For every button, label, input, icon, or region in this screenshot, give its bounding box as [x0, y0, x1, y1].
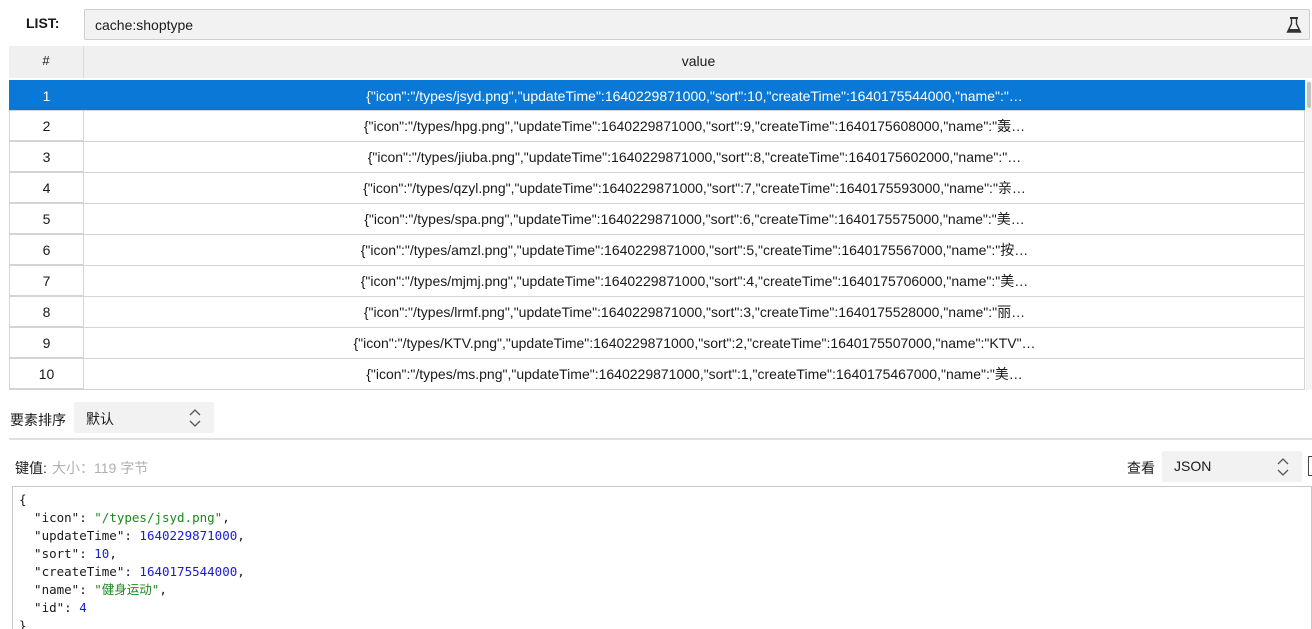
table-scrollbar[interactable]	[1306, 80, 1312, 390]
sort-select[interactable]: 默认	[74, 402, 214, 433]
row-index: 2	[9, 111, 84, 141]
row-index: 8	[9, 297, 84, 327]
table-row[interactable]: 8 {"icon":"/types/lrmf.png","updateTime":…	[9, 297, 1305, 328]
row-value: {"icon":"/types/hpg.png","updateTime":16…	[85, 111, 1305, 141]
json-number: 4	[79, 600, 87, 615]
json-punct: "updateTime":	[19, 528, 140, 543]
json-punct: "icon":	[19, 510, 95, 525]
list-table: # value 1 {"icon":"/types/jsyd.png","upda…	[9, 46, 1312, 390]
row-value: {"icon":"/types/lrmf.png","updateTime":1…	[85, 297, 1305, 327]
row-index: 7	[9, 266, 84, 296]
json-number: 10	[94, 546, 110, 561]
json-punct: "name":	[19, 582, 95, 597]
key-name-field[interactable]: cache:shoptype	[84, 9, 1310, 40]
key-name-text: cache:shoptype	[95, 17, 194, 33]
value-size: 大小：119 字节	[52, 460, 149, 476]
table-row[interactable]: 4 {"icon":"/types/qzyl.png","updateTime":…	[9, 173, 1305, 204]
row-index: 10	[9, 359, 84, 389]
row-value: {"icon":"/types/qzyl.png","updateTime":1…	[85, 173, 1305, 203]
view-mode-value: JSON	[1174, 458, 1212, 474]
panel-divider[interactable]	[9, 438, 1312, 440]
json-punct: ,	[109, 546, 117, 561]
json-string: "/types/jsyd.png"	[94, 510, 223, 525]
table-row[interactable]: 10 {"icon":"/types/ms.png","updateTime":1…	[9, 359, 1305, 390]
table-header: # value	[9, 46, 1312, 78]
table-row[interactable]: 2 {"icon":"/types/hpg.png","updateTime":1…	[9, 111, 1305, 142]
table-row[interactable]: 5 {"icon":"/types/spa.png","updateTime":1…	[9, 204, 1305, 235]
column-header-value[interactable]: value	[85, 46, 1312, 78]
table-row[interactable]: 3 {"icon":"/types/jiuba.png","updateTime"…	[9, 142, 1305, 173]
scrollbar-thumb[interactable]	[1307, 82, 1311, 108]
json-punct: {	[19, 492, 27, 507]
json-punct: "createTime":	[19, 564, 140, 579]
view-mode-label: 查看	[1127, 460, 1155, 476]
json-punct: ,	[237, 564, 245, 579]
row-value: {"icon":"/types/amzl.png","updateTime":1…	[85, 235, 1305, 265]
row-value: {"icon":"/types/jiuba.png","updateTime":…	[85, 142, 1305, 172]
json-punct: "sort":	[19, 546, 95, 561]
row-value: {"icon":"/types/KTV.png","updateTime":16…	[85, 328, 1305, 358]
row-index: 6	[9, 235, 84, 265]
row-index: 3	[9, 142, 84, 172]
key-type-label: LIST:	[26, 15, 60, 31]
row-index: 9	[9, 328, 84, 358]
table-row[interactable]: 6 {"icon":"/types/amzl.png","updateTime":…	[9, 235, 1305, 266]
value-label: 键值:	[15, 460, 47, 476]
json-punct: }	[19, 618, 27, 629]
json-punct: "id":	[19, 600, 80, 615]
json-number: 1640175544000	[139, 564, 238, 579]
json-text[interactable]: { "icon": "/types/jsyd.png", "updateTime…	[13, 487, 1311, 629]
table-row[interactable]: 9 {"icon":"/types/KTV.png","updateTime":1…	[9, 328, 1305, 359]
json-punct: ,	[237, 528, 245, 543]
flask-icon[interactable]	[1283, 14, 1305, 36]
table-row[interactable]: 7 {"icon":"/types/mjmj.png","updateTime":…	[9, 266, 1305, 297]
sort-select-value: 默认	[86, 411, 114, 427]
json-number: 1640229871000	[139, 528, 238, 543]
json-punct: ,	[159, 582, 167, 597]
view-mode-select[interactable]: JSON	[1162, 451, 1302, 482]
row-index: 5	[9, 204, 84, 234]
row-value: {"icon":"/types/mjmj.png","updateTime":1…	[85, 266, 1305, 296]
row-value: {"icon":"/types/jsyd.png","updateTime":1…	[85, 80, 1305, 110]
row-index: 4	[9, 173, 84, 203]
key-bar: LIST: cache:shoptype	[0, 0, 1312, 48]
up-down-chevron-icon	[1276, 456, 1290, 478]
row-value: {"icon":"/types/ms.png","updateTime":164…	[85, 359, 1305, 389]
table-body: 1 {"icon":"/types/jsyd.png","updateTime":…	[9, 80, 1305, 390]
column-header-index[interactable]: #	[9, 46, 84, 78]
table-row[interactable]: 1 {"icon":"/types/jsyd.png","updateTime":…	[9, 80, 1305, 111]
value-editor[interactable]: { "icon": "/types/jsyd.png", "updateTime…	[12, 486, 1312, 629]
row-value: {"icon":"/types/spa.png","updateTime":16…	[85, 204, 1305, 234]
sort-label: 要素排序	[10, 412, 66, 428]
json-string: "健身运动"	[94, 582, 160, 597]
up-down-chevron-icon	[188, 407, 202, 429]
json-punct: ,	[222, 510, 230, 525]
cropped-button-edge[interactable]	[1308, 456, 1312, 476]
row-index: 1	[9, 80, 84, 110]
